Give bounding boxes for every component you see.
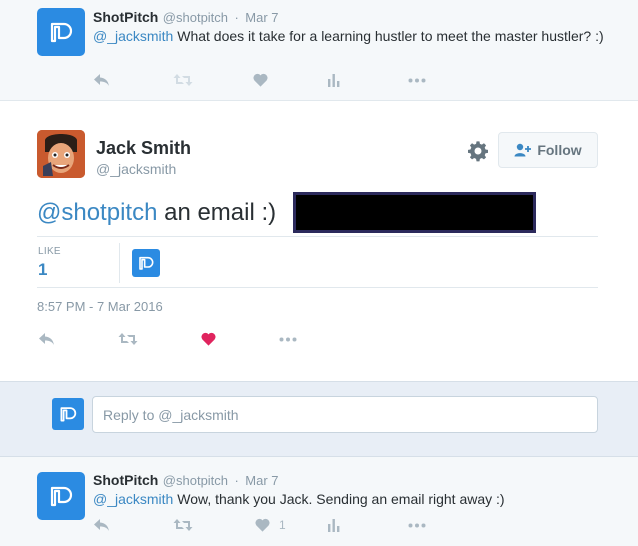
like-action-active[interactable] <box>201 332 279 346</box>
more-dots-icon <box>279 337 297 341</box>
more-action[interactable] <box>408 78 426 83</box>
reply-icon <box>39 333 54 345</box>
analytics-action[interactable] <box>328 518 408 532</box>
tweet-body: Wow, thank you Jack. Sending an email ri… <box>173 491 505 507</box>
more-action[interactable] <box>279 337 297 342</box>
separator: · <box>234 473 239 488</box>
mention-link[interactable]: @_jacksmith <box>93 491 173 507</box>
analytics-action[interactable] <box>328 73 408 87</box>
author-name[interactable]: ShotPitch <box>93 9 158 25</box>
tweet-stats: LIKE 1 <box>37 236 598 288</box>
main-author-handle[interactable]: @_jacksmith <box>96 161 176 177</box>
reply-action[interactable] <box>93 73 173 87</box>
shotpitch-logo-icon <box>50 486 73 507</box>
reply-action[interactable] <box>38 332 118 346</box>
tweet-time[interactable]: Mar 7 <box>245 473 278 488</box>
separator: · <box>234 10 239 25</box>
retweet-icon <box>118 333 138 345</box>
follow-label: Follow <box>537 142 582 158</box>
author-name[interactable]: ShotPitch <box>93 472 158 488</box>
analytics-icon <box>328 73 340 87</box>
tweet-actions <box>93 73 426 87</box>
analytics-icon <box>328 518 340 532</box>
main-author-name[interactable]: Jack Smith <box>96 138 191 159</box>
like-stat-label: LIKE <box>38 246 61 257</box>
like-stat-count[interactable]: 1 <box>38 260 47 280</box>
like-count: 1 <box>279 518 286 532</box>
shotpitch-avatar[interactable] <box>37 8 85 56</box>
tweet-timestamp[interactable]: 8:57 PM - 7 Mar 2016 <box>37 299 163 314</box>
main-tweet-body: an email :) <box>157 199 277 226</box>
heart-icon <box>201 332 216 346</box>
reply-icon <box>94 74 109 86</box>
retweet-icon <box>173 519 193 531</box>
main-tweet-text: @shotpitch an email :) <box>37 198 276 228</box>
stats-divider <box>119 243 120 283</box>
mention-link[interactable]: @_jacksmith <box>93 28 173 44</box>
follow-user-icon <box>514 143 532 157</box>
jack-smith-avatar[interactable] <box>37 130 85 178</box>
reply-action[interactable] <box>93 518 173 532</box>
shotpitch-avatar[interactable] <box>37 472 85 520</box>
more-action[interactable] <box>408 523 426 528</box>
author-handle[interactable]: @shotpitch <box>163 473 228 488</box>
tweet-body: What does it take for a learning hustler… <box>173 28 604 44</box>
tweet-text: @_jacksmith Wow, thank you Jack. Sending… <box>93 490 613 508</box>
shotpitch-logo-icon <box>60 407 77 422</box>
retweet-action[interactable] <box>173 73 253 87</box>
author-handle[interactable]: @shotpitch <box>163 10 228 25</box>
tweet-time[interactable]: Mar 7 <box>245 10 278 25</box>
shotpitch-logo-icon <box>139 256 154 270</box>
tweet-header: ShotPitch @shotpitch · Mar 7 <box>93 472 279 490</box>
heart-icon <box>255 518 270 532</box>
main-mention-link[interactable]: @shotpitch <box>37 199 157 226</box>
liker-avatar[interactable] <box>132 249 160 277</box>
reply-icon <box>94 519 109 531</box>
tweet-actions: 1 <box>93 518 426 532</box>
like-action[interactable]: 1 <box>255 518 328 532</box>
gear-icon[interactable] <box>467 140 489 162</box>
more-dots-icon <box>408 523 426 527</box>
tweet-text: @_jacksmith What does it take for a lear… <box>93 27 613 45</box>
current-user-avatar[interactable] <box>52 398 84 430</box>
main-tweet-actions <box>38 332 297 346</box>
retweet-action[interactable] <box>173 518 255 532</box>
heart-icon <box>253 73 268 87</box>
cartoon-face-icon <box>37 130 85 178</box>
shotpitch-logo-icon <box>50 22 73 43</box>
redacted-box <box>293 192 536 233</box>
retweet-action[interactable] <box>118 332 201 346</box>
more-dots-icon <box>408 78 426 82</box>
like-action[interactable] <box>253 73 328 87</box>
tweet-header: ShotPitch @shotpitch · Mar 7 <box>93 9 279 27</box>
follow-button[interactable]: Follow <box>498 132 598 168</box>
retweet-icon <box>173 74 193 86</box>
reply-input[interactable]: Reply to @_jacksmith <box>92 396 598 433</box>
